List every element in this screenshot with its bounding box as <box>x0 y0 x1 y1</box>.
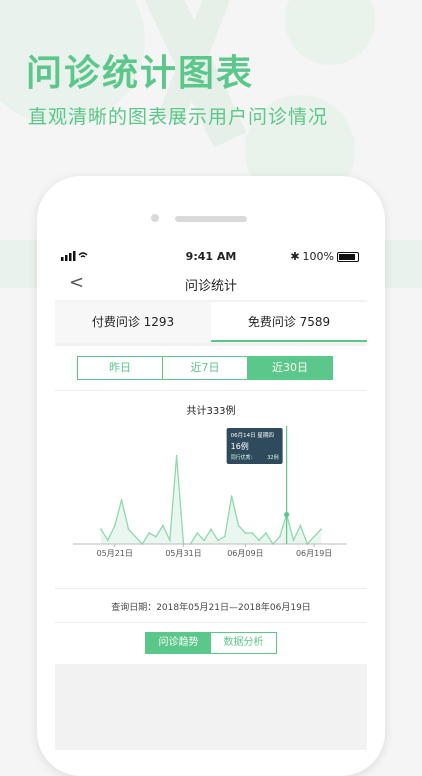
data-point <box>278 535 281 538</box>
data-point <box>299 524 302 527</box>
query-date: 查询日期：2018年05月21日—2018年06月19日 <box>111 603 311 613</box>
line-chart[interactable]: 05月21日 05月31日 06月09日 06月19日 06月14日 星期四 16例同行优… <box>55 414 367 564</box>
data-point <box>320 528 322 531</box>
data-point <box>258 539 260 542</box>
bluetooth-icon: ✱ <box>290 250 300 263</box>
range-yesterday[interactable]: 昨日 <box>78 357 163 379</box>
data-point <box>100 528 102 531</box>
divider <box>55 588 367 589</box>
data-point <box>107 539 109 542</box>
divider <box>55 622 367 623</box>
x-tick-label: 06月09日 <box>227 549 263 558</box>
series-area <box>101 455 321 544</box>
range-selector: 昨日 近7日 近30日 <box>77 356 333 380</box>
status-bar: 9:41 AM ✱ 100% <box>55 246 367 268</box>
divider <box>55 390 367 391</box>
data-point <box>134 535 137 538</box>
highlight-point <box>284 511 290 518</box>
data-point <box>210 528 212 531</box>
tab-trend[interactable]: 问诊趋势 <box>146 633 211 653</box>
phone-screen: 9:41 AM ✱ 100% < 问诊统计 付费问诊 1293 免费问诊 758… <box>55 246 367 750</box>
tab-analysis[interactable]: 数据分析 <box>211 633 276 653</box>
camera-dot <box>151 214 159 222</box>
data-point <box>162 524 164 527</box>
range-30days[interactable]: 近30日 <box>248 357 332 379</box>
x-tick-label: 05月31日 <box>165 549 201 558</box>
headline: 问诊统计图表 <box>26 53 255 94</box>
tab-free[interactable]: 免费问诊 7589 <box>211 302 367 342</box>
x-tick-label: 05月21日 <box>97 549 133 558</box>
data-point <box>113 524 116 527</box>
bottom-tabs: 问诊趋势 数据分析 <box>145 632 277 654</box>
data-point <box>203 539 206 542</box>
range-7days[interactable]: 近7日 <box>163 357 248 379</box>
data-point <box>223 535 226 538</box>
data-point <box>313 535 315 538</box>
data-point <box>155 535 157 538</box>
page-title: 问诊统计 <box>184 279 237 294</box>
nav-bar: < 问诊统计 <box>55 268 367 300</box>
tooltip-count: 16例 <box>231 441 249 451</box>
subline: 直观清晰的图表展示用户问诊情况 <box>28 106 329 128</box>
data-point <box>217 539 219 542</box>
x-tick-label: 06月19日 <box>296 549 332 558</box>
data-point <box>148 532 150 534</box>
data-point <box>237 524 240 527</box>
data-point <box>292 539 295 542</box>
consult-tabs: 付费问诊 1293 免费问诊 7589 <box>55 302 367 342</box>
battery-percent: 100% <box>302 250 334 263</box>
tooltip-date: 06月14日 星期四 <box>231 432 274 439</box>
data-point <box>168 539 171 542</box>
data-point <box>196 532 199 534</box>
data-point <box>265 532 267 534</box>
tooltip-peer-label: 同行优秀： <box>231 454 256 461</box>
tooltip-peer-value: 32例 <box>267 454 278 461</box>
data-point <box>244 532 247 534</box>
tab-paid[interactable]: 付费问诊 1293 <box>55 302 211 342</box>
chart-card: 昨日 近7日 近30日 共计333例 05月21日 05月31日 06月09日 06月… <box>55 346 367 664</box>
speaker-slot <box>175 216 247 222</box>
data-point <box>127 528 130 531</box>
data-point <box>175 454 178 457</box>
data-point <box>251 532 254 534</box>
battery-icon <box>337 251 359 262</box>
data-point <box>120 498 123 501</box>
data-point <box>230 495 233 498</box>
